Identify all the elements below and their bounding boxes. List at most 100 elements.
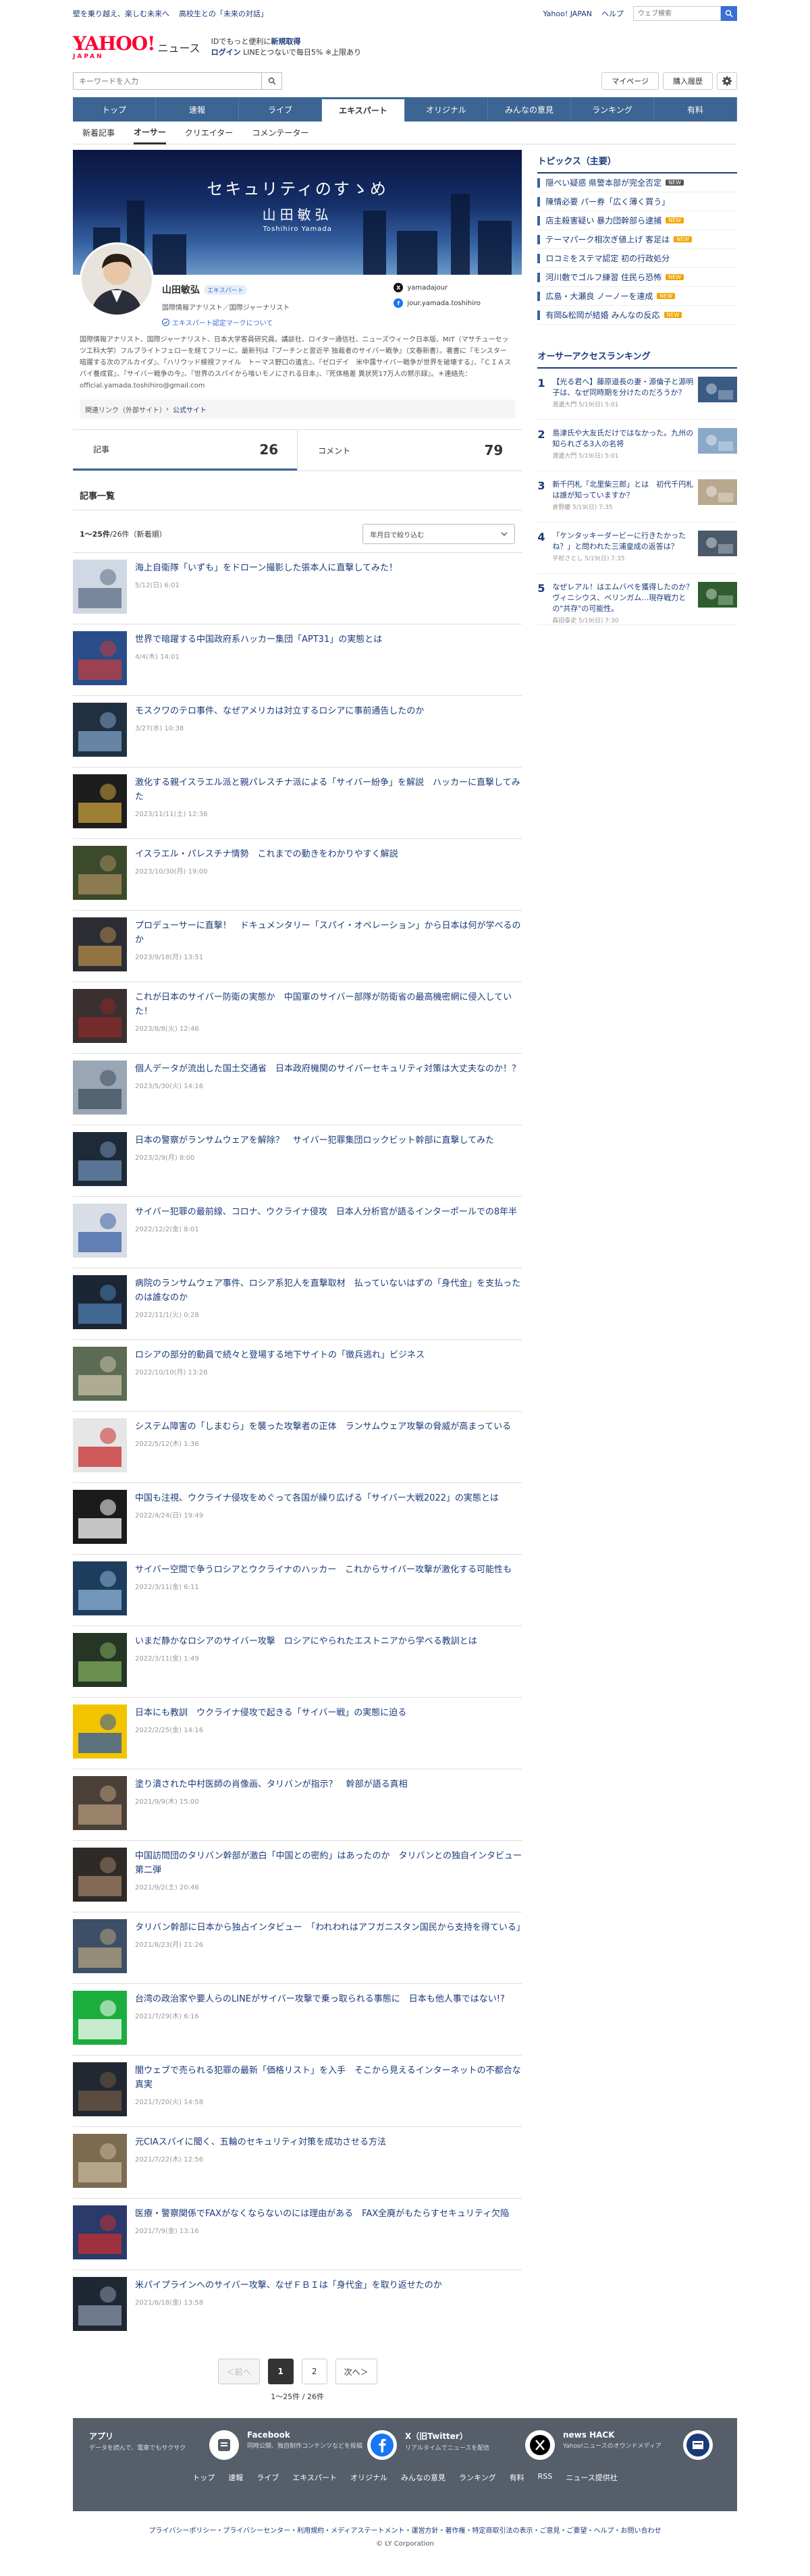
article-item[interactable]: 世界で暗躍する中国政府系ハッカー集団「APT31」の実態とは 4/4(木) 14:…: [73, 624, 522, 695]
nav-item-3[interactable]: エキスパート: [322, 97, 405, 122]
article-title[interactable]: サイバー犯罪の最前線、コロナ、ウクライナ侵攻 日本人分析官が語るインターポールで…: [135, 1205, 517, 1219]
nav-item-1[interactable]: 速報: [156, 97, 239, 122]
article-title[interactable]: 海上自衛隊「いずも」をドローン撮影した張本人に直撃してみた！: [135, 561, 398, 575]
footer-nav-item[interactable]: エキスパート: [292, 2472, 337, 2483]
article-item[interactable]: 激化する親イスラエル派と親パレスチナ派による「サイバー紛争」を解説 ハッカーに直…: [73, 767, 522, 838]
sub-tab-1[interactable]: オーサー: [134, 122, 166, 144]
mypage-button[interactable]: マイページ: [601, 72, 659, 90]
article-item[interactable]: プロデューサーに直撃！ ドキュメンタリー「スパイ・オペレーション」から日本は何が…: [73, 910, 522, 982]
sub-tab-3[interactable]: コメンテーター: [252, 122, 308, 144]
article-item[interactable]: 日本の警察がランサムウェアを解除？ サイバー犯罪集団ロックビット幹部に直撃してみ…: [73, 1125, 522, 1196]
nav-item-4[interactable]: オリジナル: [405, 97, 488, 122]
article-title[interactable]: 個人データが流出した国土交通省 日本政府機関のサイバーセキュリティ対策は大丈夫な…: [135, 1062, 520, 1076]
next-page-button[interactable]: 次へ＞: [335, 2359, 377, 2384]
article-item[interactable]: 米パイプラインへのサイバー攻撃、なぜＦＢＩは「身代金」を取り返せたのか 2021/…: [73, 2270, 522, 2341]
topic-item[interactable]: 陳情必要 パー券「広く薄く買う」: [537, 192, 737, 211]
article-title[interactable]: 闇ウェブで売られる犯罪の最新「価格リスト」を入手 そこから見えるインターネットの…: [135, 2064, 522, 2092]
news-search-button[interactable]: [262, 72, 282, 90]
article-item[interactable]: 中国訪問団のタリバン幹部が激白「中国との密約」はあったのか タリバンとの独自イン…: [73, 1840, 522, 1912]
official-site-link[interactable]: 公式サイト: [173, 404, 207, 414]
article-title[interactable]: イスラエル・パレスチナ情勢 これまでの動きをわかりやすく解説: [135, 847, 398, 861]
footer-links[interactable]: プライバシーポリシー・プライバシーセンター・利用規約・メディアステートメント・運…: [0, 2525, 810, 2535]
footer-nav-item[interactable]: みんなの意見: [401, 2472, 446, 2483]
sub-tab-2[interactable]: クリエイター: [185, 122, 234, 144]
tab-comments[interactable]: コメント 79: [297, 430, 522, 471]
date-filter-select[interactable]: 年月日で絞り込む: [362, 524, 516, 544]
footer-app-1[interactable]: Facebook 同時公開、独自制作コンテンツなどを投稿: [247, 2430, 405, 2460]
login-link[interactable]: ログイン: [211, 48, 241, 57]
article-item[interactable]: 台湾の政治家や要人らのLINEがサイバー攻撃で乗っ取られる事態に 日本も他人事で…: [73, 1983, 522, 2055]
footer-app-3[interactable]: news HACK Yahoo!ニュースのオウンドメディア: [563, 2430, 721, 2460]
ranking-item[interactable]: 2 島津氏や大友氏だけではなかった。九州の知られざる3人の名将 渡邊大門 5/19(…: [537, 420, 737, 471]
nav-item-2[interactable]: ライブ: [239, 97, 322, 122]
article-item[interactable]: サイバー犯罪の最前線、コロナ、ウクライナ侵攻 日本人分析官が語るインターポールで…: [73, 1196, 522, 1268]
topic-item[interactable]: 店主殺害疑い 暴力団幹部ら逮捕 NEW: [537, 211, 737, 230]
article-title[interactable]: これが日本のサイバー防衛の実態か 中国軍のサイバー部隊が防衛省の最高機密網に侵入…: [135, 990, 522, 1019]
purchase-history-button[interactable]: 購入履歴: [663, 72, 713, 90]
article-item[interactable]: 医療・警察関係でFAXがなくならないのには理由がある FAX全廃がもたらすセキュ…: [73, 2198, 522, 2270]
ranking-item[interactable]: 5 なぜレアル！はエムバペを獲得したのか？ヴィニシウス、ベリンガム…現存戦力との"…: [537, 574, 737, 625]
topic-item[interactable]: ロコミをステマ認定 初の行政処分: [537, 249, 737, 268]
footer-nav-item[interactable]: 速報: [228, 2472, 243, 2483]
page-2-button[interactable]: 2: [301, 2359, 327, 2384]
topic-item[interactable]: 有岡&松岡が結婚 みんなの反応 NEW: [537, 306, 737, 325]
article-title[interactable]: 中国訪問団のタリバン幹部が激白「中国との密約」はあったのか タリバンとの独自イン…: [135, 1849, 522, 1877]
article-title[interactable]: 中国も注視、ウクライナ侵攻をめぐって各国が繰り広げる「サイバー大戦2022」の実…: [135, 1491, 499, 1505]
article-title[interactable]: タリバン幹部に日本から独占インタビュー 「われわれはアフガニスタン国民から支持を…: [135, 1921, 525, 1935]
article-title[interactable]: サイバー空間で争うロシアとウクライナのハッカー これからサイバー攻撃が激化する可…: [135, 1563, 512, 1577]
article-title[interactable]: いまだ静かなロシアのサイバー攻撃 ロシアにやられたエストニアから学べる教訓とは: [135, 1634, 477, 1648]
nav-item-6[interactable]: ランキング: [571, 97, 654, 122]
article-item[interactable]: サイバー空間で争うロシアとウクライナのハッカー これからサイバー攻撃が激化する可…: [73, 1554, 522, 1626]
yahoo-logo[interactable]: YAHOO! JAPAN: [73, 34, 155, 60]
tab-articles[interactable]: 記事 26: [73, 430, 298, 471]
footer-app-2[interactable]: X（旧Twitter） リアルタイムでニュースを配信: [405, 2430, 563, 2460]
sub-tab-0[interactable]: 新着記事: [82, 122, 115, 144]
web-search-input[interactable]: [633, 6, 721, 21]
article-item[interactable]: システム障害の「しまむら」を襲った攻撃者の正体 ランサムウェア攻撃の脅威が高まっ…: [73, 1411, 522, 1482]
topic-item[interactable]: 河川敷でゴルフ練習 住民ら恐怖 NEW: [537, 268, 737, 287]
topic-item[interactable]: 隠ぺい疑惑 県警本部が完全否定 NEW: [537, 173, 737, 192]
article-title[interactable]: 世界で暗躍する中国政府系ハッカー集団「APT31」の実態とは: [135, 633, 382, 647]
ranking-item[interactable]: 4 「ケンタッキーダービーに行きたかったね？」と問われた三浦皇成の返答は？ 平松さと…: [537, 522, 737, 574]
article-title[interactable]: 病院のランサムウェア事件、ロシア系犯人を直撃取材 払っていないはずの「身代金」を…: [135, 1277, 522, 1305]
article-title[interactable]: 日本にも教訓 ウクライナ侵攻で起きる「サイバー戦」の実態に迫る: [135, 1706, 406, 1720]
footer-app-0[interactable]: アプリ データを読んで、電車でもサクサク: [89, 2430, 247, 2460]
article-item[interactable]: タリバン幹部に日本から独占インタビュー 「われわれはアフガニスタン国民から支持を…: [73, 1912, 525, 1983]
article-item[interactable]: 闇ウェブで売られる犯罪の最新「価格リスト」を入手 そこから見えるインターネットの…: [73, 2055, 522, 2126]
prev-page-button[interactable]: ＜前へ: [217, 2359, 260, 2384]
footer-nav-item[interactable]: ニュース提供社: [566, 2472, 617, 2483]
ranking-item[interactable]: 1 【光る君へ】藤原道長の妻・源倫子と源明子は、なぜ同時期を分けたのだろうか？ 渡邊…: [537, 369, 737, 420]
footer-nav-item[interactable]: トップ: [192, 2472, 215, 2483]
footer-nav-item[interactable]: オリジナル: [350, 2472, 387, 2483]
article-item[interactable]: 中国も注視、ウクライナ侵攻をめぐって各国が繰り広げる「サイバー大戦2022」の実…: [73, 1482, 522, 1554]
article-item[interactable]: 病院のランサムウェア事件、ロシア系犯人を直撃取材 払っていないはずの「身代金」を…: [73, 1268, 522, 1339]
signup-link[interactable]: 新規取得: [271, 37, 300, 46]
ranking-title[interactable]: 「ケンタッキーダービーに行きたかったね？」と問われた三浦皇成の返答は？: [552, 531, 694, 552]
article-title[interactable]: プロデューサーに直撃！ ドキュメンタリー「スパイ・オペレーション」から日本は何が…: [135, 919, 522, 947]
article-item[interactable]: いまだ静かなロシアのサイバー攻撃 ロシアにやられたエストニアから学べる教訓とは 2…: [73, 1626, 522, 1697]
nav-item-5[interactable]: みんなの意見: [488, 97, 571, 122]
nav-item-7[interactable]: 有料: [654, 97, 737, 122]
nav-item-0[interactable]: トップ: [73, 97, 156, 122]
expert-mark-link[interactable]: エキスパート認定マークについて: [162, 317, 394, 327]
article-item[interactable]: イスラエル・パレスチナ情勢 これまでの動きをわかりやすく解説 2023/10/30…: [73, 838, 522, 910]
article-item[interactable]: 日本にも教訓 ウクライナ侵攻で起きる「サイバー戦」の実態に迫る 2022/2/25…: [73, 1697, 522, 1769]
promo-link-1[interactable]: 壁を乗り越え、楽しむ未来へ: [73, 8, 169, 19]
ranking-item[interactable]: 3 新千円札「北里柴三郎」とは 初代千円札は誰が知っていますか？ 倉野慶 5/19(…: [537, 471, 737, 522]
yahoo-japan-link[interactable]: Yahoo! JAPAN: [543, 9, 592, 18]
article-item[interactable]: 海上自衛隊「いずも」をドローン撮影した張本人に直撃してみた！ 5/12(日) 6:…: [73, 552, 522, 624]
article-title[interactable]: 塗り潰された中村医師の肖像画、タリバンが指示？ 幹部が語る真相: [135, 1777, 408, 1792]
article-title[interactable]: 台湾の政治家や要人らのLINEがサイバー攻撃で乗っ取られる事態に 日本も他人事で…: [135, 1992, 505, 2006]
page-1-button[interactable]: 1: [267, 2359, 294, 2384]
article-title[interactable]: モスクワのテロ事件、なぜアメリカは対立するロシアに事前通告したのか: [135, 704, 424, 718]
article-item[interactable]: 塗り潰された中村医師の肖像画、タリバンが指示？ 幹部が語る真相 2021/9/9(…: [73, 1769, 522, 1840]
ranking-title[interactable]: 新千円札「北里柴三郎」とは 初代千円札は誰が知っていますか？: [552, 479, 694, 501]
facebook-link[interactable]: f jour.yamada.toshihiro: [394, 298, 515, 308]
promo-link-2[interactable]: 高校生との「未来の対話」: [179, 8, 268, 19]
x-link[interactable]: Xyamadajour: [394, 283, 515, 292]
article-item[interactable]: 元CIAスパイに聞く、五輪のセキュリティ対策を成功させる方法 2021/7/22(…: [73, 2126, 522, 2198]
article-item[interactable]: 個人データが流出した国土交通省 日本政府機関のサイバーセキュリティ対策は大丈夫な…: [73, 1053, 522, 1125]
article-item[interactable]: ロシアの部分的動員で続々と登場する地下サイトの「徴兵逃れ」ビジネス 2022/10…: [73, 1339, 522, 1411]
footer-nav-item[interactable]: RSS: [538, 2472, 553, 2483]
article-title[interactable]: システム障害の「しまむら」を襲った攻撃者の正体 ランサムウェア攻撃の脅威が高まっ…: [135, 1420, 511, 1434]
